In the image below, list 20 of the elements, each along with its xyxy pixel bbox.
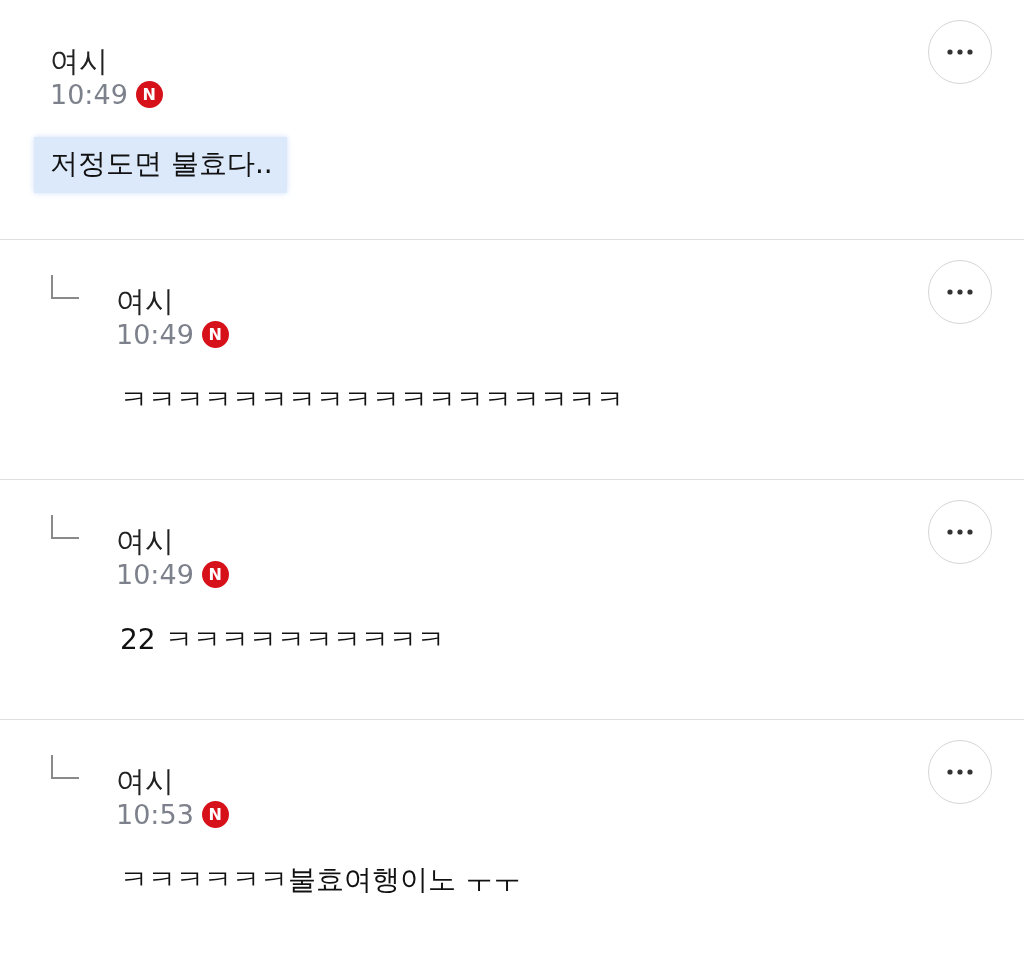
- author-name[interactable]: 여시: [50, 44, 928, 79]
- author-name[interactable]: 여시: [116, 284, 928, 319]
- new-badge: N: [201, 321, 229, 349]
- comment-time: 10:53: [116, 798, 194, 832]
- more-icon: [947, 769, 973, 775]
- comment-text: 22 ㅋㅋㅋㅋㅋㅋㅋㅋㅋㅋ: [119, 622, 446, 659]
- more-icon: [947, 529, 973, 535]
- comment-text: ㅋㅋㅋㅋㅋㅋㅋㅋㅋㅋㅋㅋㅋㅋㅋㅋㅋㅋ: [119, 382, 625, 419]
- comment-time: 10:49: [116, 558, 194, 592]
- new-badge: N: [135, 81, 163, 109]
- author-name[interactable]: 여시: [116, 764, 928, 799]
- comment-text: ㅋㅋㅋㅋㅋㅋ불효여행이노 ㅜㅜ: [119, 862, 522, 899]
- comment-time: 10:49: [50, 78, 128, 112]
- more-icon: [947, 49, 973, 55]
- new-badge: N: [201, 801, 229, 829]
- comment-text: 저정도면 불효다..: [34, 137, 287, 194]
- more-icon: [947, 289, 973, 295]
- comment-time: 10:49: [116, 318, 194, 352]
- new-badge: N: [201, 561, 229, 589]
- author-name[interactable]: 여시: [116, 524, 928, 559]
